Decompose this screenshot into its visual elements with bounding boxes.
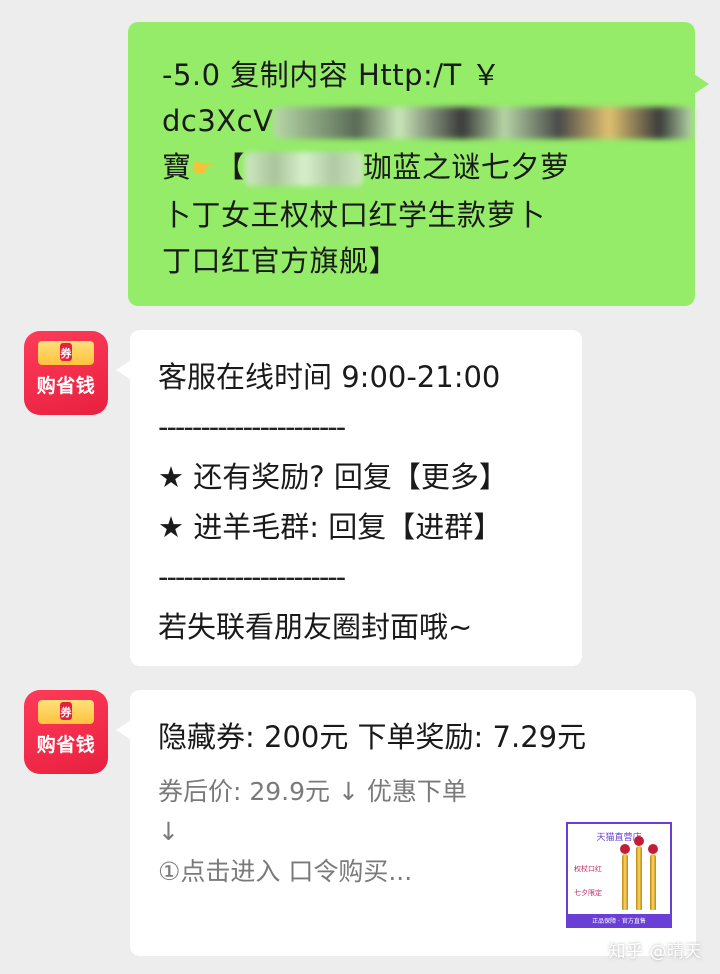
message-text: 珈蓝之谜七夕萝 [362, 150, 570, 184]
message-text: 寶 [162, 150, 192, 184]
coupon-link-card[interactable]: 隐藏券: 200元 下单奖励: 7.29元 券后价: 29.9元 ↓ 优惠下单 … [116, 690, 696, 956]
avatar[interactable]: 券 购省钱 [24, 331, 108, 415]
lipstick-image [648, 844, 658, 910]
message-line: -5.0 复制内容 Http:/T ￥ [162, 58, 501, 92]
group-text: ★ 进羊毛群: 回复【进群】 [158, 510, 503, 544]
avatar-label: 购省钱 [36, 734, 96, 756]
message-line: 丁口红官方旗舰】 [162, 244, 399, 278]
reward-text: ★ 还有奖励? 回复【更多】 [158, 460, 508, 494]
coupon-icon-text: 券 [60, 706, 72, 719]
message-text: dc3XcV [162, 104, 274, 138]
divider-text: ---------------------- [158, 410, 346, 444]
message-line: dc3XcV [162, 98, 694, 144]
lipstick-image [620, 844, 630, 910]
coupon-title: 隐藏券: 200元 下单奖励: 7.29元 [158, 720, 587, 754]
coupon-step-text: ①点击进入 口令购买... [158, 857, 413, 886]
coupon-icon-text: 券 [60, 347, 72, 360]
down-arrow-text: ↓ [158, 817, 179, 846]
message-text: 【 [215, 150, 245, 184]
redacted-shop-name [244, 152, 363, 186]
avatar[interactable]: 券 购省钱 [24, 690, 108, 774]
service-hours-text: 客服在线时间 9:00-21:00 [158, 360, 501, 394]
shop-name: 天猫直营店 [596, 833, 642, 843]
coupon-price-text: 券后价: 29.9元 ↓ 优惠下单 [158, 777, 467, 806]
divider-text: ---------------------- [158, 560, 346, 594]
contact-text: 若失联看朋友圈封面哦~ [158, 610, 473, 644]
product-thumbnail[interactable]: 天猫直营店 权杖口红 七夕限定 正品保障 · 官方直售 [566, 822, 672, 928]
product-tag: 七夕限定 [574, 889, 602, 897]
message-line: 卜丁女王权杖口红学生款萝卜 [162, 198, 546, 232]
redacted-text [273, 107, 694, 139]
incoming-message-bubble[interactable]: 客服在线时间 9:00-21:00 ----------------------… [116, 330, 582, 666]
message-line: 寶☛【 珈蓝之谜七夕萝 [162, 144, 665, 192]
thumbnail-footer-text: 正品保障 · 官方直售 [592, 918, 646, 925]
outgoing-message-bubble[interactable]: -5.0 复制内容 Http:/T ￥ dc3XcV 寶☛【 珈蓝之谜七夕萝 卜丁… [128, 22, 709, 306]
watermark: 知乎 @晴天 [608, 942, 702, 962]
avatar-label: 购省钱 [36, 375, 96, 397]
pointing-hand-icon: ☛ [191, 154, 216, 184]
lipstick-image [634, 836, 644, 910]
product-tag: 权杖口红 [574, 865, 602, 873]
